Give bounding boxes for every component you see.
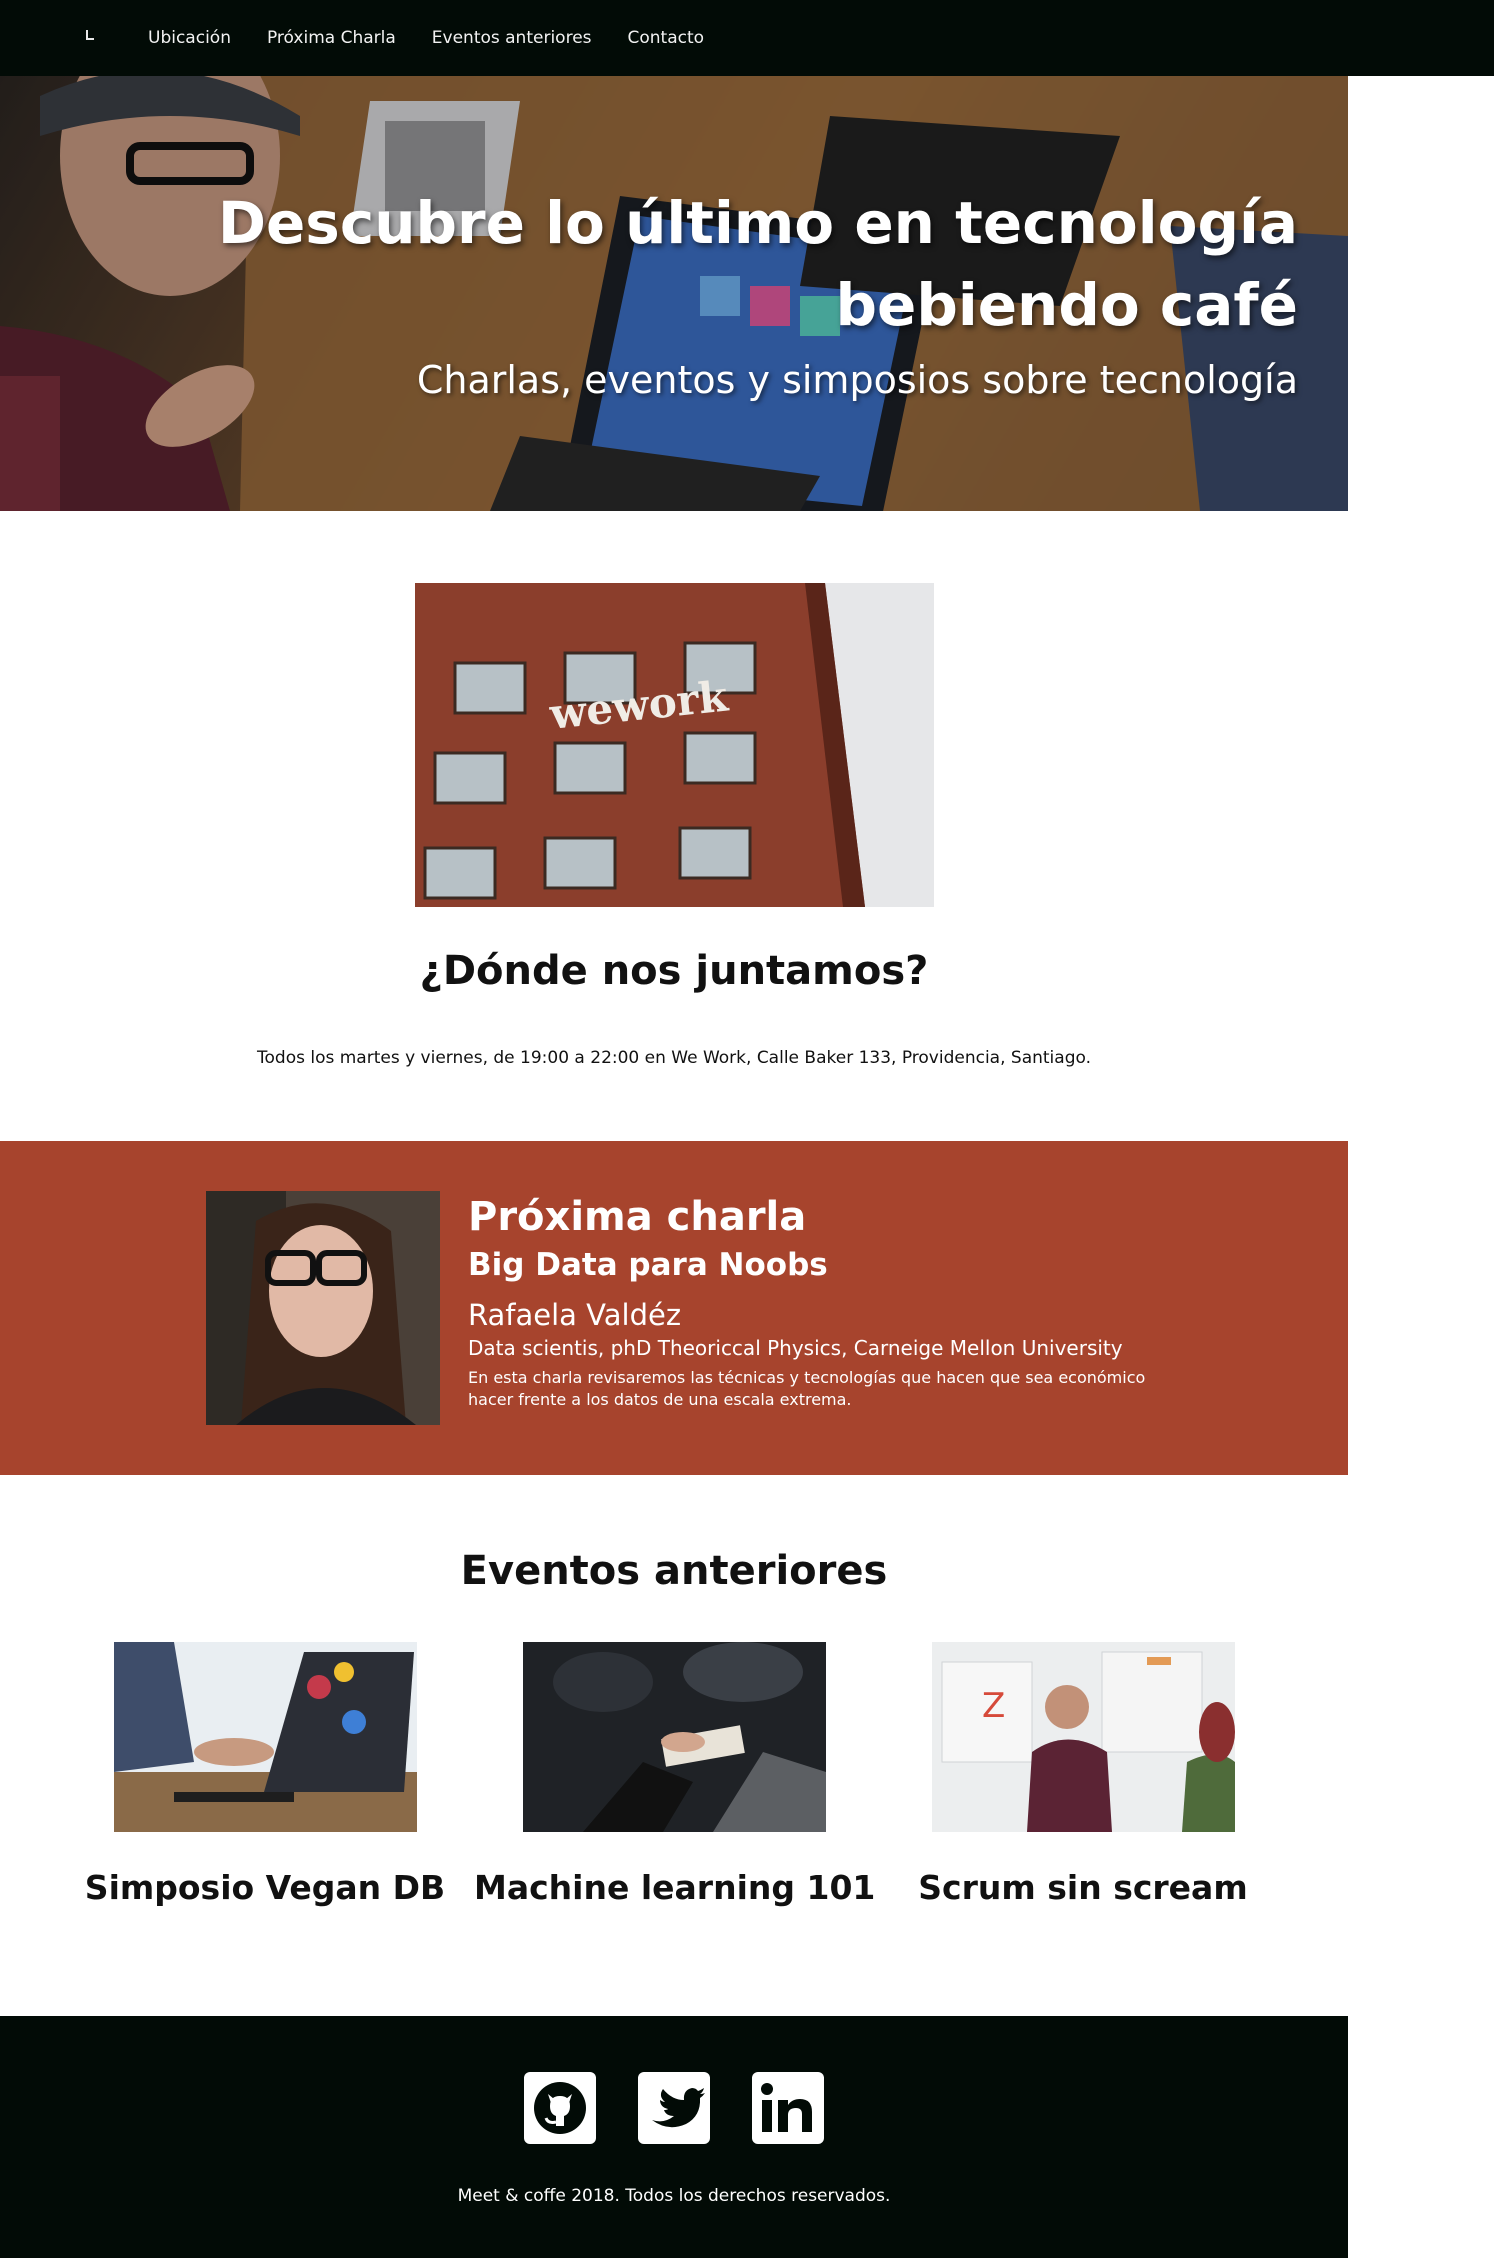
location-building-image: wework: [415, 583, 934, 907]
nav-link-contacto[interactable]: Contacto: [628, 28, 705, 48]
past-event-image-3[interactable]: Z: [932, 1642, 1235, 1832]
talk-description: En esta charla revisaremos las técnicas …: [468, 1368, 1146, 1409]
nav-link-proxima-charla[interactable]: Próxima Charla: [267, 28, 396, 48]
next-talk-info: Próxima charla Big Data para Noobs Rafae…: [468, 1193, 1168, 1411]
next-talk-title: Big Data para Noobs: [468, 1247, 828, 1283]
past-event-title-1[interactable]: Simposio Vegan DB: [65, 1868, 465, 1907]
linkedin-icon[interactable]: [752, 2072, 824, 2144]
hero-banner: Descubre lo último en tecnología bebiend…: [0, 76, 1348, 511]
top-navbar: Ubicación Próxima Charla Eventos anterio…: [0, 0, 1494, 76]
twitter-icon[interactable]: [638, 2072, 710, 2144]
svg-text:Z: Z: [982, 1686, 1005, 1726]
hero-subtitle: Charlas, eventos y simposios sobre tecno…: [416, 358, 1298, 402]
next-talk-section: Próxima charla Big Data para Noobs Rafae…: [0, 1141, 1348, 1475]
past-event-image-2[interactable]: [523, 1642, 826, 1832]
speaker-role: Data scientis, phD Theoriccal Physics, C…: [468, 1336, 1123, 1360]
nav-link-eventos-anteriores[interactable]: Eventos anteriores: [432, 28, 592, 48]
speaker-name: Rafaela Valdéz: [468, 1298, 682, 1332]
location-text: Todos los martes y viernes, de 19:00 a 2…: [257, 1048, 1091, 1068]
past-event-title-3[interactable]: Scrum sin scream: [883, 1868, 1283, 1907]
hero-title: Descubre lo último en tecnología bebiend…: [217, 189, 1298, 339]
past-events-title: Eventos anteriores: [460, 1548, 888, 1594]
footer: Meet & coffe 2018. Todos los derechos re…: [0, 2016, 1348, 2258]
brand-logo-icon[interactable]: [86, 30, 94, 42]
github-icon[interactable]: [524, 2072, 596, 2144]
next-talk-heading: Próxima charla: [468, 1194, 807, 1240]
past-event-image-1[interactable]: [114, 1642, 417, 1832]
past-event-title-2[interactable]: Machine learning 101: [474, 1868, 875, 1907]
copyright-text: Meet & coffe 2018. Todos los derechos re…: [457, 2186, 891, 2206]
nav-links: Ubicación Próxima Charla Eventos anterio…: [148, 0, 740, 76]
nav-link-ubicacion[interactable]: Ubicación: [148, 28, 231, 48]
speaker-photo: [206, 1191, 440, 1425]
location-title: ¿Dónde nos juntamos?: [419, 948, 929, 994]
